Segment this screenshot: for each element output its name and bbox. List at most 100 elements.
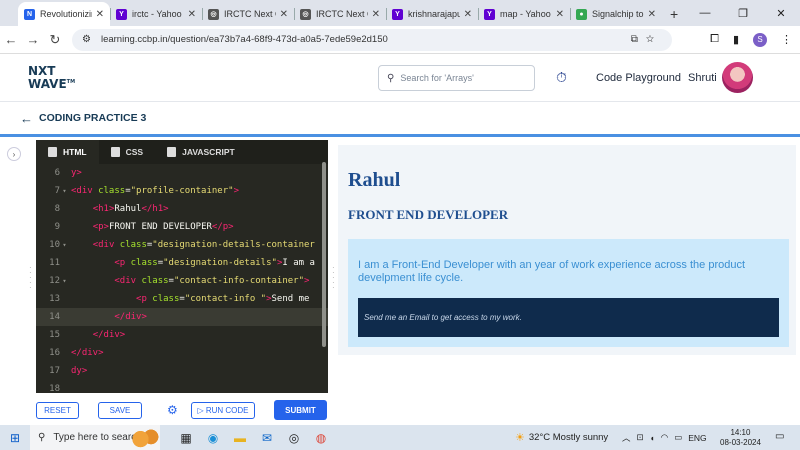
windows-start-icon[interactable]: ⊞ — [0, 431, 30, 445]
taskbar-clock[interactable]: 14:10 08-03-2024 — [720, 428, 761, 448]
designation-text: I am a Front-End Developer with an year … — [358, 259, 746, 284]
line-number: 15 — [49, 330, 60, 340]
code-line[interactable]: 8 <h1>Rahul</h1> — [36, 200, 328, 218]
tab-close-icon[interactable]: ✕ — [96, 9, 104, 20]
line-number: 11 — [49, 258, 60, 268]
search-input[interactable]: ⚲ Search for 'Arrays' — [378, 65, 535, 91]
code-line[interactable]: 15 </div> — [36, 326, 328, 344]
timer-icon[interactable]: ⏱ — [556, 69, 567, 86]
code-line[interactable]: 13 <p class="contact-info ">Send me — [36, 290, 328, 308]
splitter-handle[interactable]: · · · · · — [332, 264, 335, 292]
close-window-icon[interactable]: ✕ — [762, 0, 800, 26]
run-code-button[interactable]: ▷ RUN CODE — [191, 401, 255, 419]
new-tab-icon[interactable]: + — [662, 2, 686, 26]
wifi-icon[interactable]: ◠ — [661, 432, 668, 443]
tab-favicon-icon: ◎ — [208, 8, 219, 20]
reset-button[interactable]: RESET — [36, 401, 79, 419]
fold-arrow-icon[interactable]: ▾ — [60, 187, 69, 195]
code-line[interactable]: 9 <p>FRONT END DEVELOPER</p> — [36, 218, 328, 236]
nxtwave-logo[interactable]: NXT WAVETM — [28, 65, 75, 90]
code-line[interactable]: 16 </div> — [36, 344, 328, 362]
sidepanel-icon[interactable]: ▮ — [733, 33, 739, 46]
language-indicator[interactable]: ENG — [688, 433, 706, 443]
code-line[interactable]: 12 ▾ <div class="contact-info-container"> — [36, 272, 328, 290]
reload-icon[interactable]: ↻ — [44, 32, 66, 48]
weather-widget[interactable]: ☀ 32°C Mostly sunny — [515, 425, 608, 450]
edge-icon[interactable]: ◉ — [205, 431, 221, 445]
back-arrow-icon[interactable]: ← — [20, 111, 33, 126]
editor-tab-javascript[interactable]: JAVASCRIPT — [155, 140, 247, 164]
tab-close-icon[interactable]: ✕ — [280, 9, 288, 20]
tab-close-icon[interactable]: ✕ — [188, 9, 196, 20]
browser-tab[interactable]: Ykrishnarajapu ✕ — [386, 2, 478, 26]
tray-chevron-icon[interactable]: ︿ — [622, 432, 631, 444]
code-playground-link[interactable]: Code Playground — [596, 72, 681, 84]
tab-close-icon[interactable]: ✕ — [648, 9, 656, 20]
browser-tab[interactable]: ◎ IRCTC Next Ge ✕ — [202, 2, 294, 26]
code-line[interactable]: 17 dy> — [36, 362, 328, 380]
editor-tab-css[interactable]: CSS — [99, 140, 155, 164]
user-avatar[interactable] — [722, 62, 753, 93]
editor-tab-html[interactable]: HTML — [36, 140, 99, 164]
browser-tab[interactable]: Yirctc - Yahoo ✕ — [110, 2, 202, 26]
code-line[interactable]: 7 ▾ <div class="profile-container"> — [36, 182, 328, 200]
site-info-icon[interactable]: ⚙ — [82, 34, 91, 45]
submit-button[interactable]: SUBMIT — [274, 400, 327, 420]
code-token: </div> — [92, 330, 126, 340]
browser-tab[interactable]: N Revolutionizing ✕ — [18, 2, 110, 26]
notification-icon[interactable]: ▭ — [775, 431, 784, 442]
code-line[interactable]: 11 <p class="designation-details">I am a — [36, 254, 328, 272]
browser-tab[interactable]: Ymap - Yahoo ✕ — [478, 2, 570, 26]
profile-avatar[interactable]: S — [753, 32, 767, 47]
fold-arrow-icon[interactable]: ▾ — [60, 241, 69, 249]
browser-tab[interactable]: ◎ IRCTC Next Ge ✕ — [294, 2, 386, 26]
dell-icon[interactable]: ◎ — [286, 431, 302, 445]
search-placeholder: Search for 'Arrays' — [400, 73, 474, 83]
code-text: dy> — [69, 366, 87, 376]
battery-icon[interactable]: ▭ — [674, 432, 682, 443]
editor-scrollbar[interactable] — [322, 162, 326, 347]
code-token: <p — [136, 294, 153, 304]
code-token: </h1> — [141, 204, 169, 214]
volume-icon[interactable]: ◖ — [650, 433, 655, 443]
tab-title: Revolutionizing — [40, 9, 92, 19]
code-area[interactable]: 6 y> 7 ▾ <div class="profile-container"> 8 <h… — [36, 164, 328, 393]
back-arrow-icon[interactable]: ← — [0, 32, 22, 47]
code-line[interactable]: 6 y> — [36, 164, 328, 182]
extensions-icon[interactable]: ⧠ — [710, 33, 719, 46]
url-field[interactable]: ⚙ learning.ccbp.in/question/ea73b7a4-68f… — [72, 28, 672, 51]
chrome-icon[interactable]: ◍ — [313, 431, 329, 445]
tab-close-icon[interactable]: ✕ — [372, 9, 380, 20]
mail-icon[interactable]: ✉ — [259, 431, 275, 445]
restore-icon[interactable]: ❐ — [724, 0, 762, 26]
tab-close-icon[interactable]: ✕ — [464, 9, 472, 20]
code-token: > — [304, 276, 310, 286]
network-icon[interactable]: ⊡ — [637, 432, 644, 443]
bookmark-star-icon[interactable]: ☆ — [646, 34, 662, 45]
code-token: "contact-info " — [184, 294, 267, 304]
code-text: </div> — [69, 330, 126, 340]
code-editor[interactable]: HTML CSS JAVASCRIPT 6 y> 7 ▾ <div class="profi… — [36, 140, 328, 393]
user-name[interactable]: Shruti — [688, 72, 717, 84]
task-view-icon[interactable]: ▦ — [178, 431, 194, 445]
browser-tools: ⧠ ▮ S ⋮ — [710, 32, 792, 47]
forward-arrow-icon[interactable]: → — [22, 32, 44, 47]
browser-menu-icon[interactable]: ⋮ — [781, 33, 792, 46]
line-number: 14 — [49, 312, 60, 322]
file-explorer-icon[interactable]: ▬ — [232, 431, 248, 445]
output-preview: Rahul FRONT END DEVELOPER I am a Front-E… — [338, 145, 796, 355]
code-line[interactable]: 18 — [36, 380, 328, 393]
contact-card: Send me an Email to get access to my wor… — [358, 298, 779, 337]
fold-arrow-icon[interactable]: ▾ — [60, 277, 69, 285]
people-icon[interactable] — [130, 426, 160, 449]
minimize-icon[interactable]: — — [686, 0, 724, 26]
browser-tab[interactable]: ● Signalchip to ✕ — [570, 2, 662, 26]
tab-close-icon[interactable]: ✕ — [556, 9, 564, 20]
code-line[interactable]: 14 </div> — [36, 308, 328, 326]
settings-gear-icon[interactable]: ⚙ — [167, 403, 178, 417]
install-icon[interactable]: ⧉ — [631, 34, 646, 45]
left-splitter-handle[interactable]: · · · · · — [29, 264, 32, 292]
expand-panel-icon[interactable]: › — [7, 147, 21, 161]
save-button[interactable]: SAVE — [98, 401, 142, 419]
code-line[interactable]: 10 ▾ <div class="designation-details-cont… — [36, 236, 328, 254]
